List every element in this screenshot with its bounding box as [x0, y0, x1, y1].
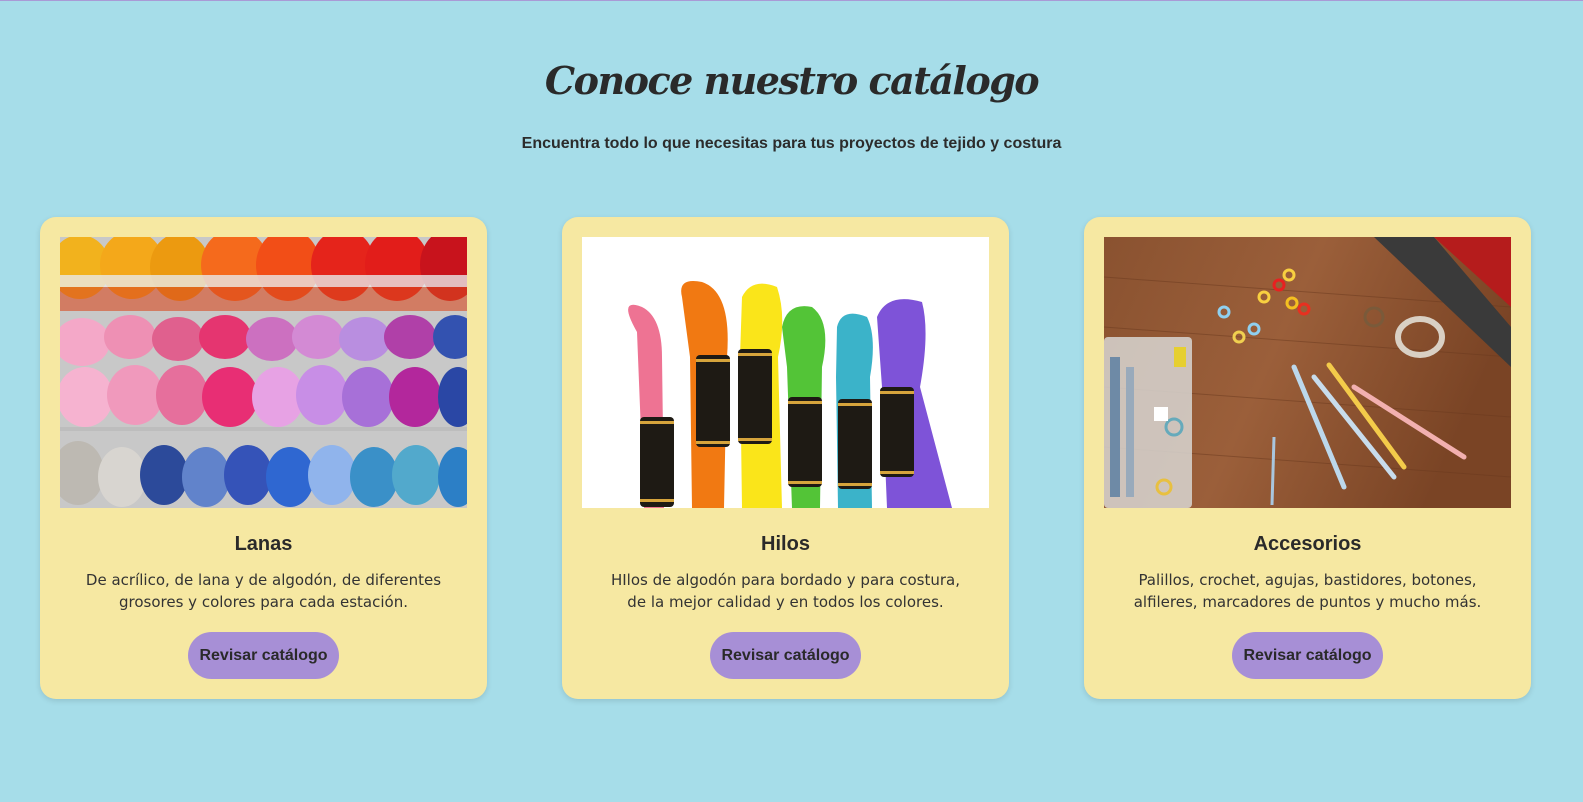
top-border	[0, 0, 1583, 1]
catalog-card-hilos: Hilos HIlos de algodón para bordado y pa…	[562, 217, 1009, 699]
card-title: Lanas	[234, 533, 293, 555]
card-title: Accesorios	[1253, 533, 1362, 555]
yarn-balls-image	[60, 237, 467, 508]
card-description: Palillos, crochet, agujas, bastidores, b…	[1133, 571, 1482, 611]
card-description: HIlos de algodón para bordado y para cos…	[610, 571, 961, 611]
section-title: Conoce nuestro catálogo	[544, 58, 1040, 103]
accessories-image	[1104, 237, 1511, 508]
review-catalog-button-accesorios[interactable]: Revisar catálogo	[1232, 632, 1383, 679]
card-title: Hilos	[761, 533, 810, 555]
catalog-card-lanas: Lanas De acrílico, de lana y de algodón,…	[40, 217, 487, 699]
review-catalog-button-hilos[interactable]: Revisar catálogo	[710, 632, 861, 679]
card-description: De acrílico, de lana y de algodón, de di…	[85, 571, 442, 611]
review-catalog-button-lanas[interactable]: Revisar catálogo	[188, 632, 339, 679]
section-subtitle: Encuentra todo lo que necesitas para tus…	[521, 135, 1062, 152]
embroidery-thread-image	[582, 237, 989, 508]
catalog-card-accesorios: Accesorios Palillos, crochet, agujas, ba…	[1084, 217, 1531, 699]
